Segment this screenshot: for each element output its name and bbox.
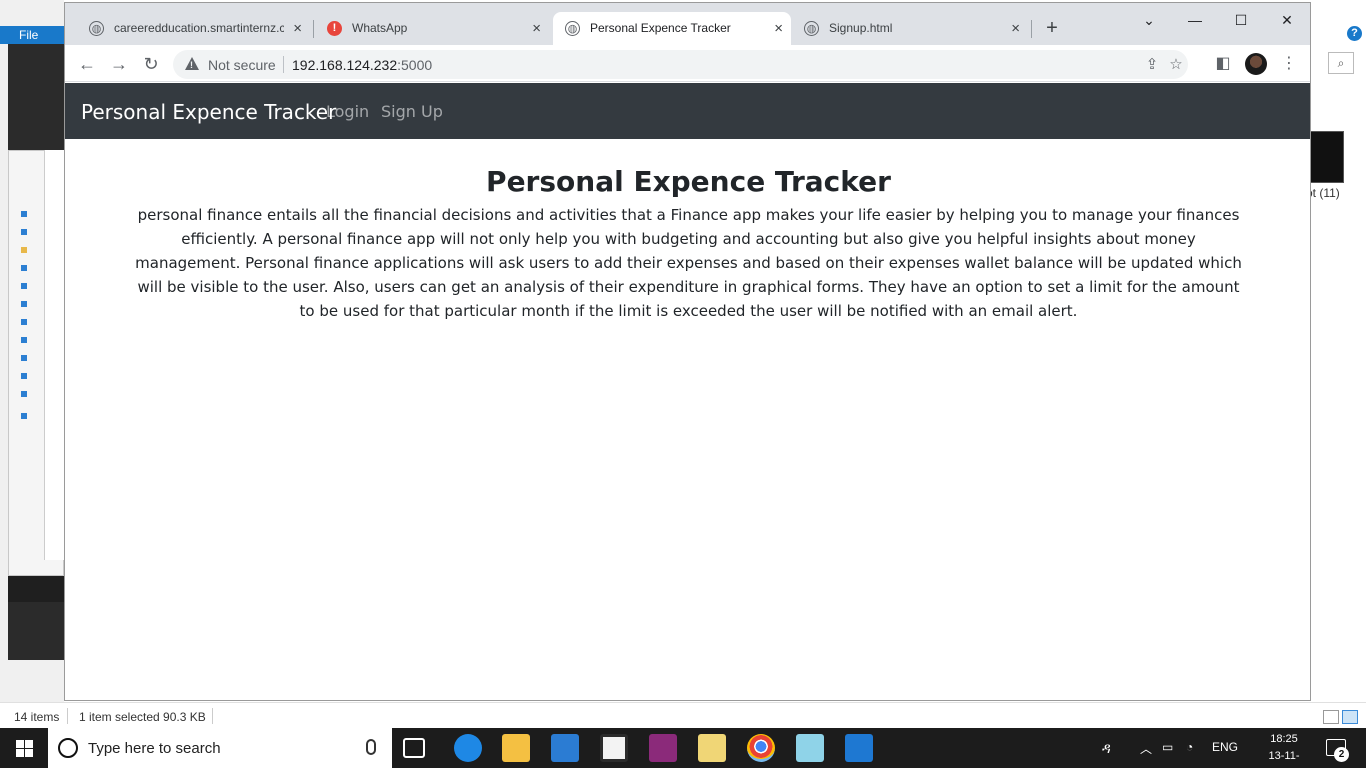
- profile-avatar[interactable]: [1245, 53, 1267, 75]
- background-right-window: [1310, 0, 1366, 702]
- url-port: :5000: [397, 57, 433, 73]
- address-bar[interactable]: ! Not secure 192.168.124.232:5000 ⇪ ☆: [173, 50, 1188, 79]
- selection-info: 1 item selected 90.3 KB: [79, 710, 206, 724]
- store-icon[interactable]: [600, 734, 628, 762]
- tab-strip: ◍ careeredducation.smartinternz.com × ! …: [65, 3, 1310, 45]
- navbar-brand[interactable]: Personal Expence Tracker: [81, 100, 336, 124]
- python-icon[interactable]: [698, 734, 726, 762]
- details-view-icon[interactable]: [1323, 709, 1339, 724]
- reload-button[interactable]: ↻: [138, 51, 164, 77]
- tab-signup[interactable]: ◍ Signup.html ×: [792, 12, 1028, 45]
- tab-personal-expence-tracker[interactable]: ◍ Personal Expence Tracker ×: [553, 12, 791, 45]
- whatsapp-icon: !: [327, 21, 342, 36]
- close-tab-icon[interactable]: ×: [774, 12, 783, 45]
- start-button[interactable]: [0, 728, 48, 768]
- cortana-icon: [58, 738, 78, 758]
- wifi-icon[interactable]: ◔: [1186, 740, 1193, 754]
- view-toggle: [1320, 709, 1358, 724]
- share-icon[interactable]: ⇪: [1143, 56, 1161, 74]
- microphone-icon[interactable]: [366, 739, 376, 755]
- tab-whatsapp[interactable]: ! WhatsApp ×: [315, 12, 549, 45]
- omnibox-divider: [283, 56, 284, 73]
- site-navbar: Personal Expence Tracker Login Sign Up: [65, 83, 1310, 139]
- nav-link-signup[interactable]: Sign Up: [381, 102, 443, 121]
- browser-toolbar: ← → ↻ ! Not secure 192.168.124.232:5000 …: [65, 45, 1310, 82]
- explorer-search-icon[interactable]: ⌕: [1328, 52, 1354, 74]
- winrar-icon[interactable]: [649, 734, 677, 762]
- web-page: Personal Expence Tracker Login Sign Up P…: [65, 83, 1310, 700]
- tab-search-button[interactable]: ⌄: [1126, 8, 1172, 32]
- side-panel-icon[interactable]: ◧: [1213, 54, 1233, 74]
- large-icons-view-icon[interactable]: [1342, 709, 1358, 724]
- forward-button[interactable]: →: [106, 51, 132, 77]
- nav-link-login[interactable]: Login: [326, 102, 369, 121]
- description-paragraph: personal finance entails all the financi…: [135, 206, 1242, 320]
- explorer-file-tab[interactable]: File: [0, 26, 64, 44]
- file-explorer-icon[interactable]: [502, 734, 530, 762]
- globe-icon: ◍: [89, 21, 104, 36]
- page-title: Personal Expence Tracker: [486, 165, 891, 198]
- security-label[interactable]: Not secure: [208, 57, 276, 73]
- taskbar-search-box[interactable]: Type here to search: [48, 728, 392, 768]
- url-host: 192.168.124.232: [292, 57, 398, 73]
- windows-logo-icon: [16, 749, 24, 757]
- menu-icon[interactable]: ⋮: [1279, 54, 1299, 74]
- search-placeholder: Type here to search: [88, 740, 221, 757]
- tab-title: Signup.html: [829, 21, 893, 35]
- minimize-button[interactable]: —: [1172, 8, 1218, 32]
- windows-taskbar: Type here to search ዳ ︿ ▭ ◔ ENG 18:25 13…: [0, 728, 1366, 768]
- items-count: 14 items: [14, 710, 60, 724]
- background-window-3: [44, 150, 64, 560]
- tab-careereducation[interactable]: ◍ careeredducation.smartinternz.com ×: [77, 12, 310, 45]
- help-icon[interactable]: ?: [1347, 26, 1362, 41]
- edge-icon[interactable]: [454, 734, 482, 762]
- tab-title: careeredducation.smartinternz.com: [114, 21, 284, 35]
- windows-logo-icon: [25, 749, 33, 757]
- tab-title: Personal Expence Tracker: [590, 21, 731, 35]
- photos-icon[interactable]: [845, 734, 873, 762]
- background-file-label[interactable]: ot (11): [1306, 186, 1340, 200]
- task-view-icon[interactable]: [403, 738, 425, 758]
- chrome-icon[interactable]: [747, 734, 775, 762]
- mail-icon[interactable]: [551, 734, 579, 762]
- close-tab-icon[interactable]: ×: [293, 12, 302, 45]
- new-tab-button[interactable]: +: [1040, 17, 1064, 41]
- windows-logo-icon: [16, 740, 24, 748]
- globe-icon: ◍: [804, 21, 819, 36]
- explorer-status-bar: 14 items 1 item selected 90.3 KB: [0, 702, 1366, 728]
- chrome-window: ◍ careeredducation.smartinternz.com × ! …: [64, 2, 1311, 701]
- back-button[interactable]: ←: [74, 51, 100, 77]
- language-indicator[interactable]: ENG: [1212, 740, 1238, 754]
- notification-count-badge: 2: [1334, 747, 1349, 762]
- close-tab-icon[interactable]: ×: [532, 12, 541, 45]
- tab-title: WhatsApp: [352, 21, 408, 35]
- people-icon[interactable]: ዳ: [1102, 740, 1111, 757]
- maximize-button[interactable]: ☐: [1218, 8, 1264, 32]
- close-tab-icon[interactable]: ×: [1011, 12, 1020, 45]
- tab-separator: [313, 20, 314, 38]
- warning-mark: !: [190, 60, 193, 70]
- status-divider: [67, 708, 68, 724]
- close-window-button[interactable]: ✕: [1264, 8, 1310, 32]
- battery-icon[interactable]: ▭: [1162, 740, 1173, 754]
- background-thumbnail[interactable]: [1310, 131, 1344, 183]
- windows-logo-icon: [25, 740, 33, 748]
- show-hidden-icons[interactable]: ︿: [1140, 740, 1152, 757]
- bookmark-star-icon[interactable]: ☆: [1167, 56, 1185, 74]
- clock-date: 13-11-2022: [1268, 750, 1300, 768]
- clock[interactable]: 18:25 13-11-2022: [1262, 731, 1306, 768]
- main-content: Personal Expence Tracker personal financ…: [135, 163, 1242, 323]
- clock-time: 18:25: [1270, 733, 1298, 745]
- tab-separator: [1031, 20, 1032, 38]
- url-text[interactable]: 192.168.124.232:5000: [292, 57, 432, 73]
- background-mini-taskbar: [8, 576, 64, 602]
- globe-icon: ◍: [565, 21, 580, 36]
- status-divider: [212, 708, 213, 724]
- notepad-icon[interactable]: [796, 734, 824, 762]
